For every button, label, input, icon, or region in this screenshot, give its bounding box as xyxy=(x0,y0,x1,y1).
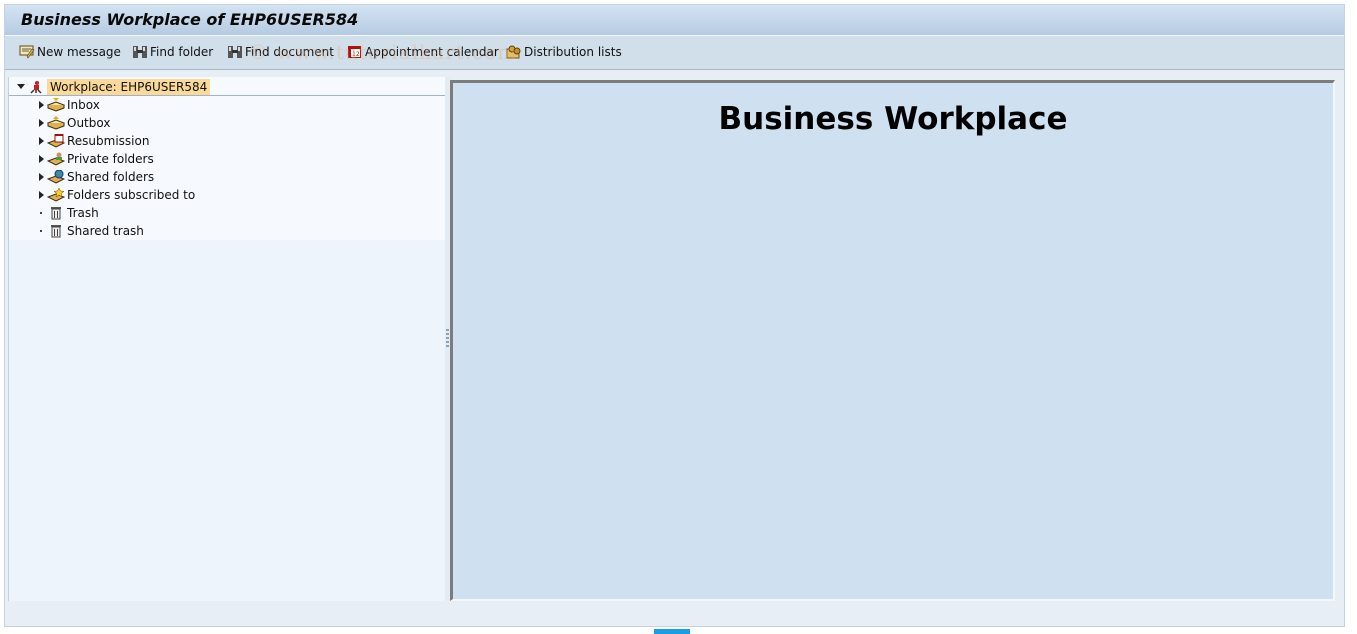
tree-node-outbox[interactable]: Outbox xyxy=(35,114,110,132)
tree-node-trash[interactable]: Trash xyxy=(35,204,99,222)
tree-node-label: Trash xyxy=(67,206,99,220)
calendar-icon: 12 xyxy=(348,46,361,58)
expand-icon[interactable] xyxy=(35,168,47,186)
tree-node-label: Shared trash xyxy=(67,224,144,238)
find-folder-button[interactable]: Find folder xyxy=(132,43,213,61)
content-heading: Business Workplace xyxy=(718,101,1068,137)
collapse-icon[interactable] xyxy=(15,78,27,96)
expand-icon[interactable] xyxy=(35,114,47,132)
appointment-calendar-label: Appointment calendar xyxy=(365,45,499,59)
find-folder-label: Find folder xyxy=(150,45,214,59)
distribution-lists-button[interactable]: Distribution lists xyxy=(506,43,622,61)
find-document-label: Find document xyxy=(245,45,334,59)
new-message-icon xyxy=(19,45,35,59)
expand-icon[interactable] xyxy=(35,150,47,168)
splitter-grip-icon xyxy=(446,329,449,347)
outbox-icon xyxy=(47,115,65,131)
expand-icon[interactable] xyxy=(35,96,47,114)
trash-icon xyxy=(47,205,65,221)
tree-node-resubmission[interactable]: Resubmission xyxy=(35,132,149,150)
tree-node-shared-trash[interactable]: Shared trash xyxy=(35,222,144,240)
tree-node-label: Shared folders xyxy=(67,170,155,184)
binoculars-icon xyxy=(228,46,242,58)
new-message-button[interactable]: New message xyxy=(19,43,121,61)
tree-node-label: Resubmission xyxy=(67,134,150,148)
appointment-calendar-button[interactable]: 12 Appointment calendar xyxy=(347,43,499,61)
application-toolbar: New message Find folder Find document 12… xyxy=(5,36,1344,70)
private-folders-icon xyxy=(47,151,65,167)
tree-node-workplace[interactable]: Workplace: EHP6USER584 xyxy=(15,78,211,96)
leaf-bullet-icon xyxy=(35,204,47,222)
folder-tree: Workplace: EHP6USER584 Inbox Outbox Resu… xyxy=(8,77,446,601)
tree-node-label: Outbox xyxy=(67,116,111,130)
binoculars-icon xyxy=(133,46,147,58)
tree-node-inbox[interactable]: Inbox xyxy=(35,96,100,114)
title-bar: Business Workplace of EHP6USER584 xyxy=(5,5,1344,36)
distribution-list-icon xyxy=(506,45,521,59)
svg-text:12: 12 xyxy=(352,51,360,58)
shared-folders-icon xyxy=(47,169,65,185)
expand-icon[interactable] xyxy=(35,132,47,150)
sap-logo-fragment xyxy=(654,629,690,634)
distribution-lists-label: Distribution lists xyxy=(524,45,622,59)
find-document-button[interactable]: Find document xyxy=(227,43,334,61)
content-area: Business Workplace xyxy=(450,80,1335,601)
tree-node-shared-folders[interactable]: Shared folders xyxy=(35,168,154,186)
tree-node-label: Inbox xyxy=(67,98,100,112)
workplace-icon xyxy=(27,79,45,95)
expand-icon[interactable] xyxy=(35,186,47,204)
tree-node-private-folders[interactable]: Private folders xyxy=(35,150,154,168)
subscribed-folders-icon xyxy=(47,187,65,203)
trash-icon xyxy=(47,223,65,239)
tree-node-subscribed-folders[interactable]: Folders subscribed to xyxy=(35,186,195,204)
tree-node-label: Folders subscribed to xyxy=(67,188,196,202)
new-message-label: New message xyxy=(37,45,121,59)
inbox-icon xyxy=(47,97,65,113)
leaf-bullet-icon xyxy=(35,222,47,240)
resubmission-icon xyxy=(47,133,65,149)
tree-node-label: Workplace: EHP6USER584 xyxy=(47,79,211,95)
tree-node-label: Private folders xyxy=(67,152,154,166)
window-title: Business Workplace of EHP6USER584 xyxy=(21,10,359,29)
